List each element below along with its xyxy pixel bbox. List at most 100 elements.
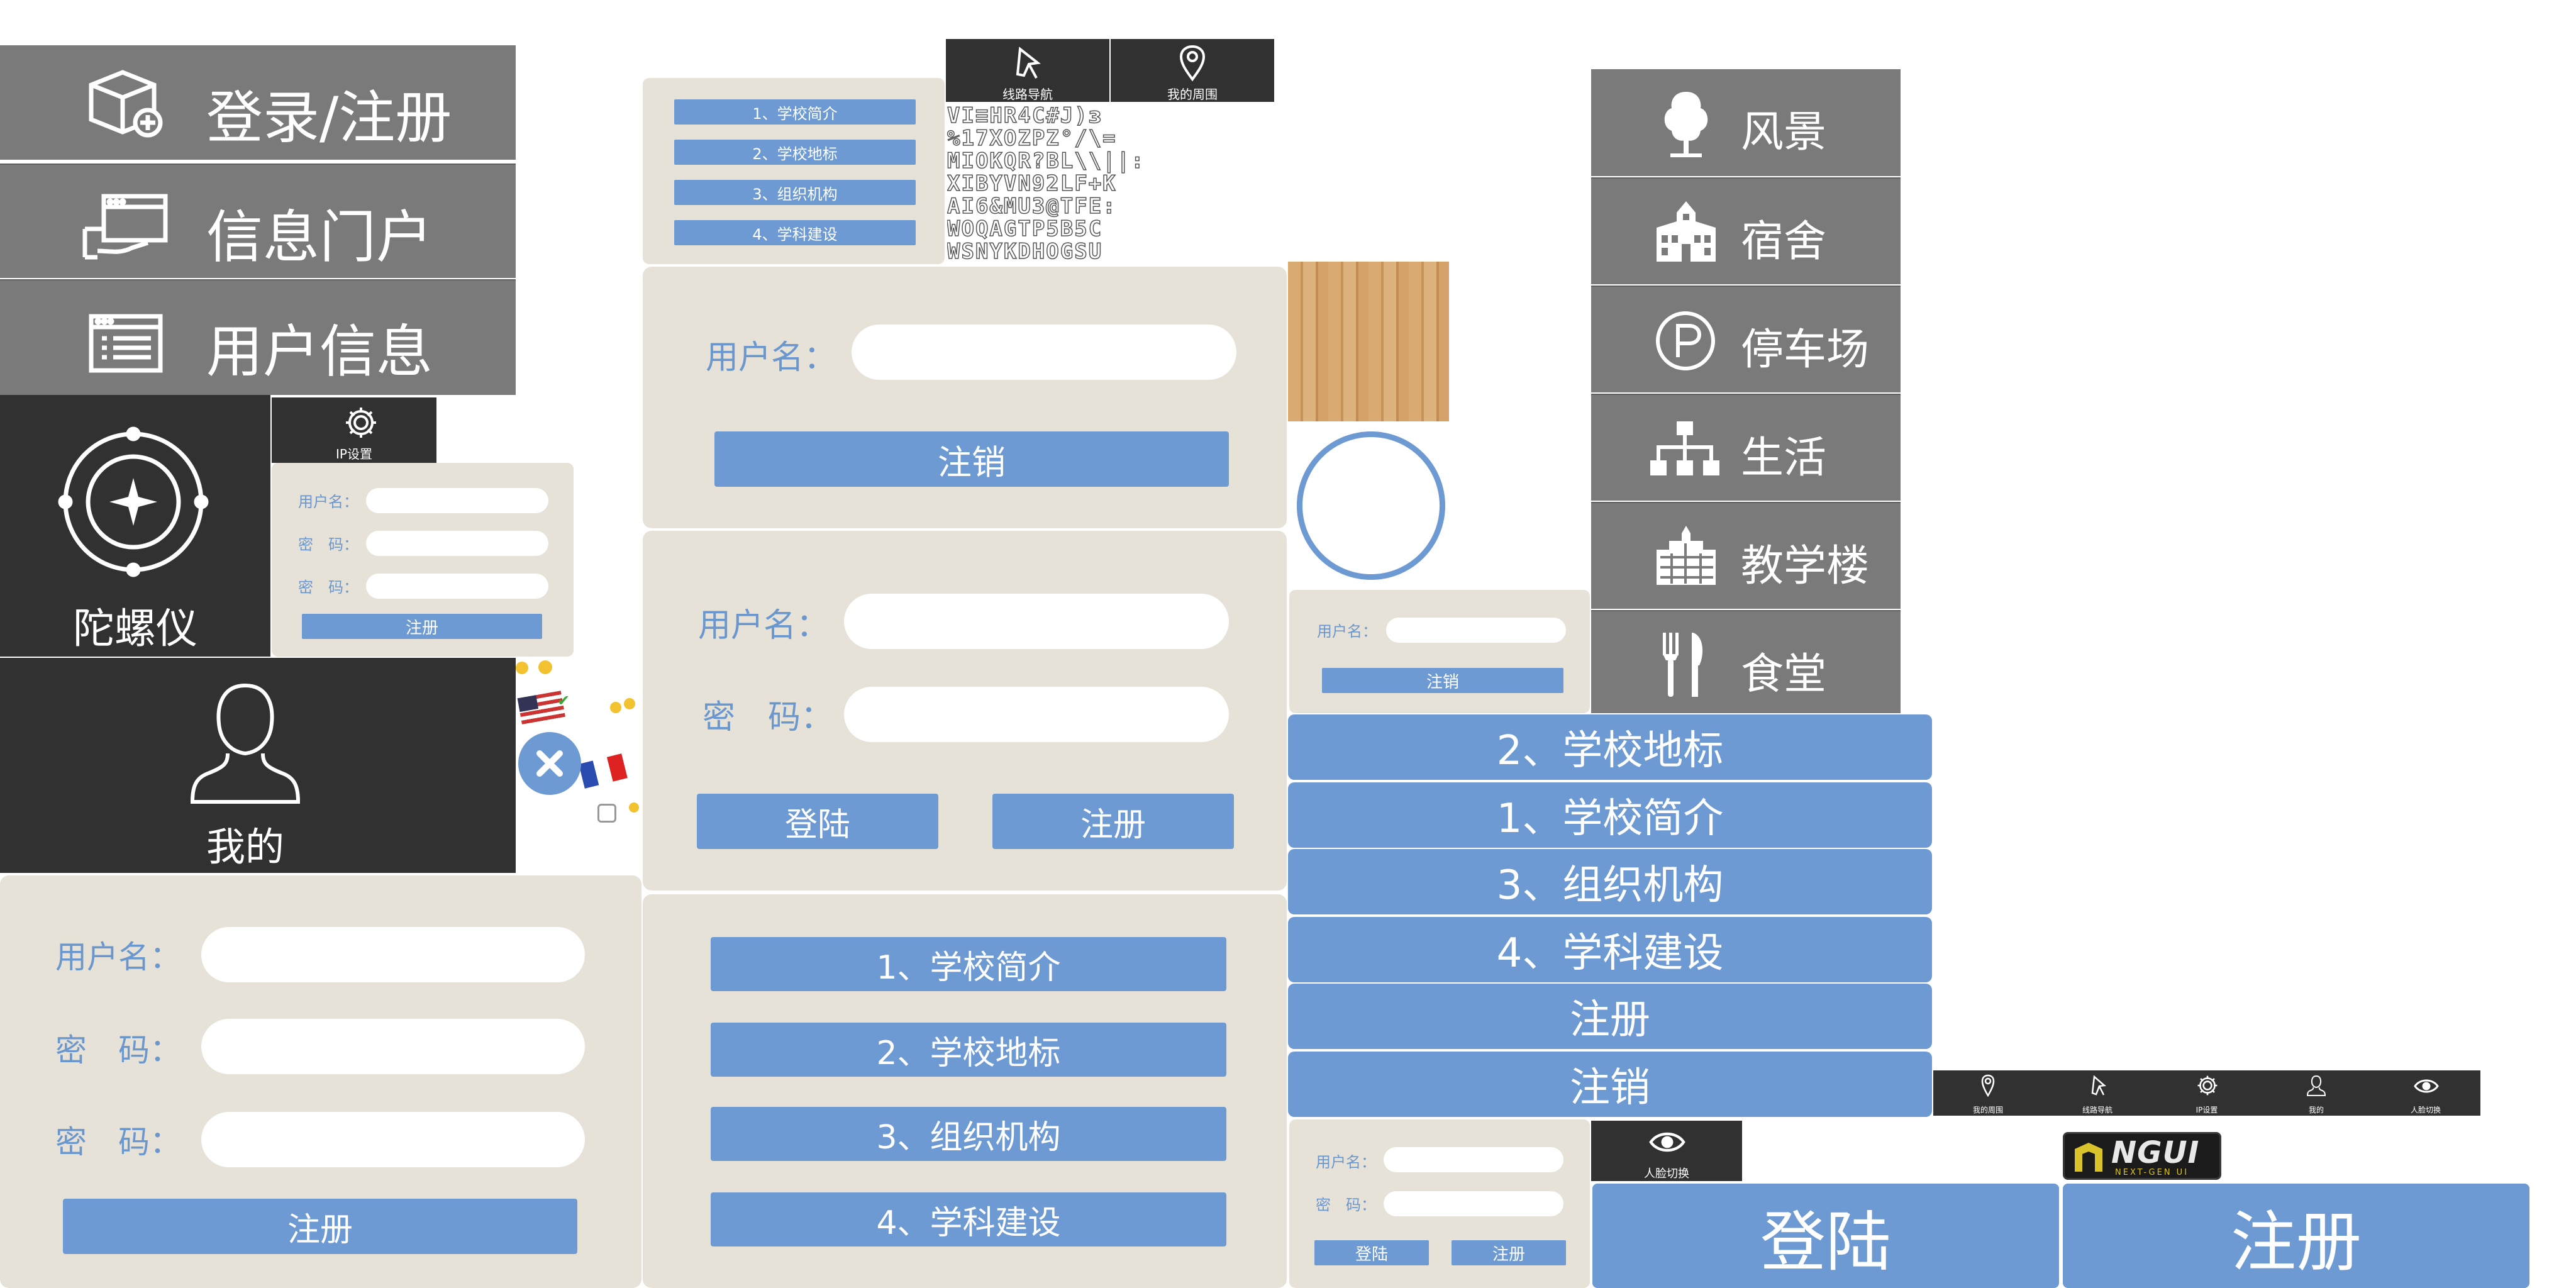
logout-button[interactable]: 注销: [1322, 668, 1563, 693]
username-field[interactable]: [201, 927, 585, 982]
nav-face-switch[interactable]: 人脸切换: [2371, 1070, 2480, 1116]
small-school-menu: 1、学校简介 2、学校地标 3、组织机构 4、学科建设: [643, 78, 945, 264]
menu-item-school-intro[interactable]: 1、学校简介: [674, 99, 916, 125]
list-item-school-intro[interactable]: 1、学校简介: [1288, 782, 1932, 848]
mini-login-form: 用户名： 密 码： 登陆 注册: [1289, 1119, 1590, 1288]
username-label: 用户名：: [1317, 623, 1377, 640]
mine-tile[interactable]: 我的: [0, 658, 516, 873]
logout-button[interactable]: 注销: [714, 431, 1229, 487]
list-item-logout[interactable]: 注销: [1288, 1052, 1932, 1117]
nav-label: IP设置: [2196, 1106, 2218, 1114]
font-atlas: VI≡HR4C#J)ɜ %17XOZPZ°/\= MIOKQR?BL\\||: …: [947, 104, 1272, 265]
register-button[interactable]: 注册: [302, 614, 542, 639]
my-surroundings-label: 我的周围: [1167, 87, 1218, 102]
ngui-logo: NGUI NEXT-GEN UI: [2063, 1132, 2221, 1180]
navigation-arrow-icon: [2089, 1074, 2107, 1097]
category-teaching-building[interactable]: 教学楼: [1591, 502, 1901, 609]
document-list-icon: [88, 313, 164, 374]
nav-mine[interactable]: 我的: [2262, 1070, 2371, 1116]
list-item-landmarks[interactable]: 2、学校地标: [1288, 714, 1932, 780]
nav-my-surroundings[interactable]: 我的周围: [1933, 1070, 2043, 1116]
category-life[interactable]: 生活: [1591, 394, 1901, 501]
nav-ip-settings[interactable]: IP设置: [2152, 1070, 2262, 1116]
username-label: 用户名：: [706, 339, 837, 377]
menu-user-info[interactable]: 用户信息: [0, 279, 516, 395]
mini-register-form: 用户名： 密 码： 密 码： 注册: [272, 463, 574, 657]
list-item-disciplines[interactable]: 4、学科建设: [1288, 917, 1932, 982]
hierarchy-icon: [1649, 420, 1721, 480]
username-field[interactable]: [1384, 1147, 1563, 1172]
ngui-logo-text: NGUI: [2111, 1135, 2200, 1170]
password-field[interactable]: [366, 531, 548, 556]
gear-icon: [2196, 1074, 2219, 1097]
category-parking[interactable]: 停车场: [1591, 286, 1901, 392]
nav-label: 我的周围: [1972, 1106, 2003, 1114]
menu-login-register[interactable]: 登录/注册: [0, 45, 516, 160]
wood-texture: [1288, 262, 1449, 421]
menu-info-portal[interactable]: 信息门户: [0, 164, 516, 278]
close-circle-icon[interactable]: [518, 732, 581, 795]
category-scenery[interactable]: 风景: [1591, 69, 1901, 176]
confirm-password-field[interactable]: [201, 1112, 585, 1167]
category-parking-label: 停车场: [1741, 325, 1870, 375]
smiley-icon: [538, 660, 552, 674]
nav-label: 我的: [2308, 1106, 2324, 1114]
username-field[interactable]: [1386, 618, 1566, 643]
password-label: 密 码：: [298, 536, 358, 553]
menu-item-landmarks[interactable]: 2、学校地标: [674, 140, 916, 165]
menu-item-organization[interactable]: 3、组织机构: [711, 1107, 1226, 1161]
menu-item-landmarks[interactable]: 2、学校地标: [711, 1023, 1226, 1077]
font-atlas-row: VI≡HR4C#J)ɜ: [947, 104, 1103, 128]
portal-hand-icon: [82, 191, 170, 260]
font-atlas-row: AI6&MU3@TFE:: [947, 194, 1117, 219]
menu-item-school-intro[interactable]: 1、学校简介: [711, 937, 1226, 991]
checkbox-icon: [597, 804, 616, 823]
big-register-form: 用户名： 密 码： 密 码： 注册: [0, 875, 641, 1288]
flag-fr-icon: [579, 753, 628, 789]
font-atlas-row: %17XOZPZ°/\=: [947, 126, 1117, 151]
nav-route[interactable]: 线路导航: [2043, 1070, 2152, 1116]
password-label: 密 码：: [1316, 1196, 1376, 1214]
category-life-label: 生活: [1741, 433, 1827, 483]
category-dormitory[interactable]: 宿舍: [1591, 177, 1901, 284]
register-button[interactable]: 注册: [63, 1199, 577, 1254]
username-field[interactable]: [844, 594, 1229, 649]
list-item-organization[interactable]: 3、组织机构: [1288, 849, 1932, 914]
font-atlas-row: XIBYVN92LF+K: [947, 171, 1117, 196]
nav-label: 人脸切换: [2410, 1106, 2441, 1114]
menu-item-disciplines[interactable]: 4、学科建设: [674, 220, 916, 245]
category-teaching-building-label: 教学楼: [1741, 541, 1870, 591]
mine-label: 我的: [206, 824, 284, 870]
face-switch-button[interactable]: 人脸切换: [1591, 1121, 1742, 1181]
password-field[interactable]: [201, 1019, 585, 1074]
parking-icon: [1654, 309, 1717, 372]
confirm-password-label: 密 码：: [55, 1124, 181, 1160]
password-field[interactable]: [844, 687, 1229, 742]
username-field[interactable]: [852, 325, 1236, 380]
gyroscope-tile[interactable]: 陀螺仪: [0, 395, 270, 657]
big-login-button[interactable]: 登陆: [1592, 1184, 2059, 1288]
login-button[interactable]: 登陆: [1314, 1240, 1429, 1265]
login-button[interactable]: 登陆: [697, 794, 938, 849]
ip-settings-button[interactable]: IP设置: [272, 397, 436, 463]
my-surroundings-button[interactable]: 我的周围: [1111, 39, 1274, 102]
password-field[interactable]: [1384, 1191, 1563, 1216]
smiley-icon: [610, 702, 621, 713]
bottom-nav-bar: 我的周围 线路导航 IP设置 我的 人脸切换: [1933, 1070, 2480, 1116]
big-register-button[interactable]: 注册: [2063, 1184, 2529, 1288]
register-button[interactable]: 注册: [1452, 1240, 1566, 1265]
route-nav-button[interactable]: 线路导航: [946, 39, 1109, 102]
logout-form: 用户名： 注销: [643, 267, 1287, 528]
user-avatar-icon: [2307, 1074, 2326, 1097]
register-button[interactable]: 注册: [992, 794, 1234, 849]
confirm-password-field[interactable]: [366, 574, 548, 599]
menu-item-organization[interactable]: 3、组织机构: [674, 180, 916, 205]
checkmark-icon: ✔: [557, 692, 570, 709]
gyroscope-label: 陀螺仪: [73, 604, 197, 653]
list-item-register[interactable]: 注册: [1288, 984, 1932, 1049]
category-canteen[interactable]: 食堂: [1591, 610, 1901, 713]
username-field[interactable]: [366, 488, 548, 513]
smiley-icon: [629, 802, 639, 813]
menu-item-disciplines[interactable]: 4、学科建设: [711, 1192, 1226, 1246]
mini-logout-form: 用户名： 注销: [1289, 590, 1590, 713]
